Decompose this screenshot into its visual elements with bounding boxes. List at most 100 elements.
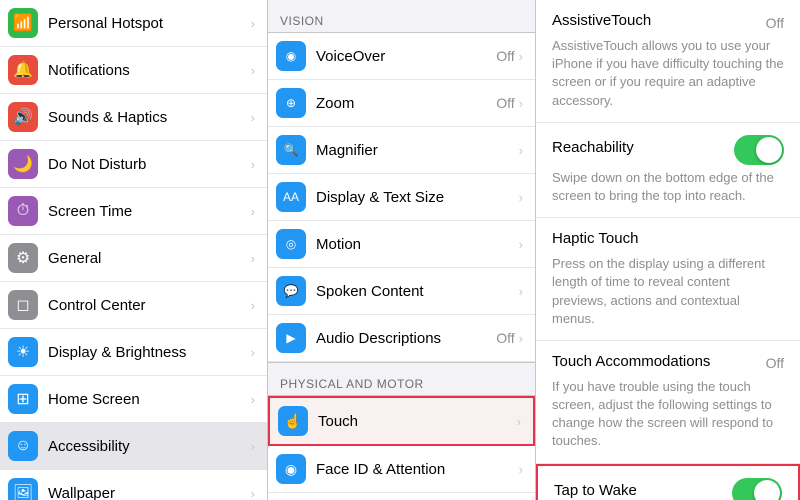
item-label-zoom: Zoom (316, 95, 496, 112)
chevron-icon: › (519, 96, 523, 111)
chevron-icon: › (519, 284, 523, 299)
sidebar-label-accessibility: Accessibility (48, 438, 251, 455)
sidebar-item-control-center[interactable]: ◻ Control Center › (0, 282, 267, 329)
sidebar-item-do-not-disturb[interactable]: 🌙 Do Not Disturb › (0, 141, 267, 188)
accessibility-item-audio-descriptions[interactable]: ▶ Audio Descriptions Off › (268, 315, 535, 362)
spoken-content-icon: 💬 (276, 276, 306, 306)
audio-descriptions-icon: ▶ (276, 323, 306, 353)
chevron-icon: › (251, 204, 255, 219)
sidebar-label-notifications: Notifications (48, 62, 251, 79)
setting-title-assistive-touch: AssistiveTouch (552, 12, 651, 29)
magnifier-icon: 🔍 (276, 135, 306, 165)
setting-desc-assistive-touch: AssistiveTouch allows you to use your iP… (552, 37, 784, 110)
setting-row-reachability: Reachability (552, 135, 784, 165)
setting-section-reachability: Reachability Swipe down on the bottom edg… (536, 123, 800, 218)
sidebar-label-screen-time: Screen Time (48, 203, 251, 220)
chevron-icon: › (251, 439, 255, 454)
toggle-reachability[interactable] (734, 135, 784, 165)
chevron-icon: › (251, 298, 255, 313)
accessibility-item-zoom[interactable]: ⊕ Zoom Off › (268, 80, 535, 127)
accessibility-item-motion[interactable]: ◎ Motion › (268, 221, 535, 268)
setting-value-assistive-touch: Off (766, 15, 784, 31)
setting-row-touch-accommodations: Touch Accommodations Off (552, 353, 784, 374)
sidebar-item-general[interactable]: ⚙ General › (0, 235, 267, 282)
sidebar-label-display-brightness: Display & Brightness (48, 344, 251, 361)
item-value-zoom: Off (496, 95, 514, 111)
setting-row-tap-to-wake: Tap to Wake (554, 478, 782, 500)
chevron-icon: › (519, 49, 523, 64)
chevron-icon: › (251, 392, 255, 407)
item-value-audio-descriptions: Off (496, 330, 514, 346)
setting-title-touch-accommodations: Touch Accommodations (552, 353, 710, 370)
touch-icon: ☝ (278, 406, 308, 436)
setting-title-tap-to-wake: Tap to Wake (554, 482, 637, 499)
sidebar-label-personal-hotspot: Personal Hotspot (48, 15, 251, 32)
item-label-voiceover: VoiceOver (316, 48, 496, 65)
sounds-haptics-icon: 🔊 (8, 102, 38, 132)
sidebar-item-wallpaper[interactable]: 🖼 Wallpaper › (0, 470, 267, 500)
accessibility-list: VISION ◉ VoiceOver Off › ⊕ Zoom Off › 🔍 … (268, 0, 536, 500)
accessibility-item-spoken-content[interactable]: 💬 Spoken Content › (268, 268, 535, 315)
display-brightness-icon: ☀ (8, 337, 38, 367)
setting-row-haptic-touch: Haptic Touch (552, 230, 784, 251)
motor-item-touch[interactable]: ☝ Touch › (268, 396, 535, 446)
setting-title-haptic-touch: Haptic Touch (552, 230, 638, 247)
item-label-display-text-size: Display & Text Size (316, 189, 519, 206)
item-label-magnifier: Magnifier (316, 142, 519, 159)
sidebar-item-display-brightness[interactable]: ☀ Display & Brightness › (0, 329, 267, 376)
item-label-audio-descriptions: Audio Descriptions (316, 330, 496, 347)
sidebar-item-home-screen[interactable]: ⊞ Home Screen › (0, 376, 267, 423)
sidebar-list: 📶 Personal Hotspot › 🔔 Notifications › 🔊… (0, 0, 267, 500)
chevron-icon: › (519, 237, 523, 252)
setting-section-tap-to-wake: Tap to WakeWake the screen when you tap … (536, 464, 800, 500)
sidebar-item-screen-time[interactable]: ⏱ Screen Time › (0, 188, 267, 235)
sidebar-label-sounds-haptics: Sounds & Haptics (48, 109, 251, 126)
motor-item-switch-control[interactable]: ◻ Switch Control Off › (268, 493, 535, 500)
motion-icon: ◎ (276, 229, 306, 259)
sidebar-item-sounds-haptics[interactable]: 🔊 Sounds & Haptics › (0, 94, 267, 141)
accessibility-item-display-text-size[interactable]: AA Display & Text Size › (268, 174, 535, 221)
accessibility-icon: ☺ (8, 431, 38, 461)
home-screen-icon: ⊞ (8, 384, 38, 414)
face-id-attention-icon: ◉ (276, 454, 306, 484)
sidebar-label-control-center: Control Center (48, 297, 251, 314)
setting-desc-touch-accommodations: If you have trouble using the touch scre… (552, 378, 784, 451)
chevron-icon: › (517, 414, 521, 429)
sidebar-label-home-screen: Home Screen (48, 391, 251, 408)
display-text-size-icon: AA (276, 182, 306, 212)
chevron-icon: › (251, 63, 255, 78)
accessibility-item-magnifier[interactable]: 🔍 Magnifier › (268, 127, 535, 174)
setting-section-assistive-touch: AssistiveTouch Off AssistiveTouch allows y… (536, 0, 800, 123)
do-not-disturb-icon: 🌙 (8, 149, 38, 179)
chevron-icon: › (251, 345, 255, 360)
chevron-icon: › (251, 157, 255, 172)
sidebar-item-accessibility[interactable]: ☺ Accessibility › (0, 423, 267, 470)
setting-desc-reachability: Swipe down on the bottom edge of the scr… (552, 169, 784, 205)
voiceover-icon: ◉ (276, 41, 306, 71)
zoom-icon: ⊕ (276, 88, 306, 118)
setting-row-assistive-touch: AssistiveTouch Off (552, 12, 784, 33)
accessibility-item-voiceover[interactable]: ◉ VoiceOver Off › (268, 33, 535, 80)
wallpaper-icon: 🖼 (8, 478, 38, 500)
setting-title-reachability: Reachability (552, 139, 634, 156)
setting-section-haptic-touch: Haptic TouchPress on the display using a… (536, 218, 800, 341)
chevron-icon: › (251, 16, 255, 31)
chevron-icon: › (519, 462, 523, 477)
general-icon: ⚙ (8, 243, 38, 273)
personal-hotspot-icon: 📶 (8, 8, 38, 38)
motor-item-face-id-attention[interactable]: ◉ Face ID & Attention › (268, 446, 535, 493)
chevron-icon: › (519, 331, 523, 346)
sidebar-item-personal-hotspot[interactable]: 📶 Personal Hotspot › (0, 0, 267, 47)
setting-value-touch-accommodations: Off (766, 355, 784, 371)
chevron-icon: › (251, 110, 255, 125)
notifications-icon: 🔔 (8, 55, 38, 85)
motor-label-touch: Touch (318, 413, 517, 430)
sidebar-label-wallpaper: Wallpaper (48, 485, 251, 500)
chevron-icon: › (519, 143, 523, 158)
sidebar-label-general: General (48, 250, 251, 267)
screen-time-icon: ⏱ (8, 196, 38, 226)
chevron-icon: › (251, 486, 255, 500)
toggle-tap-to-wake[interactable] (732, 478, 782, 500)
sidebar-label-do-not-disturb: Do Not Disturb (48, 156, 251, 173)
sidebar-item-notifications[interactable]: 🔔 Notifications › (0, 47, 267, 94)
